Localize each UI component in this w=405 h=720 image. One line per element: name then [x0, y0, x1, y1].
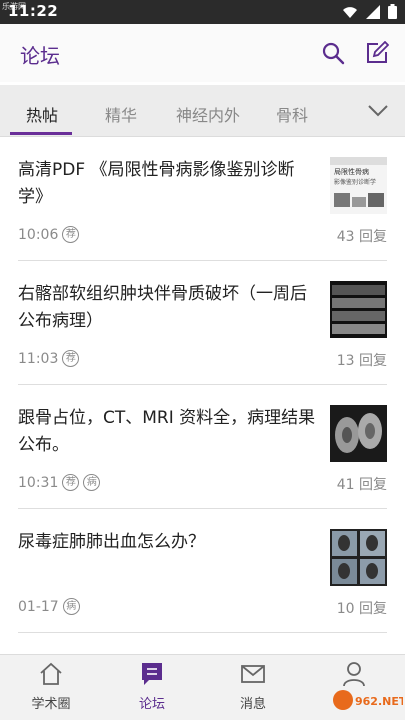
post-thumbnail: 局限性骨病 影像鉴别诊断学 — [330, 157, 387, 214]
status-bar: 乐游网 11:22 — [0, 0, 405, 24]
tab-featured[interactable]: 精华 — [105, 102, 137, 126]
list-item[interactable]: 跟骨占位，CT、MRI 资料全，病理结果公布。 10:31 荐 病 41 回复 — [0, 385, 405, 509]
active-tab-indicator — [10, 132, 72, 135]
post-title: 跟骨占位，CT、MRI 资料全，病理结果公布。 — [18, 408, 316, 455]
nav-forum[interactable]: 论坛 — [112, 661, 192, 712]
post-title: 高清PDF 《局限性骨病影像鉴别诊断学》 — [18, 160, 295, 207]
post-thumbnail — [330, 529, 387, 586]
post-title: 尿毒症肺肺出血怎么办？ — [18, 532, 205, 552]
search-icon[interactable] — [321, 41, 345, 65]
page-title: 论坛 — [20, 44, 60, 68]
tab-neuro[interactable]: 神经内外 — [176, 102, 240, 126]
app-header: 论坛 — [0, 24, 405, 82]
post-time: 10:31 — [18, 474, 59, 491]
svg-text:局限性骨病: 局限性骨病 — [334, 167, 369, 176]
case-badge: 病 — [62, 598, 80, 615]
forum-icon — [142, 663, 162, 685]
nav-academic-circle[interactable]: 学术圈 — [11, 661, 91, 712]
wifi-icon — [343, 6, 357, 18]
status-icons — [342, 4, 397, 19]
post-meta: 01-17 病 — [18, 598, 80, 615]
signal-icon — [366, 4, 380, 19]
chevron-down-icon[interactable] — [367, 101, 389, 119]
nav-label: 论坛 — [138, 697, 165, 712]
recommend-badge: 荐 — [62, 350, 80, 367]
home-icon — [40, 662, 62, 685]
list-item[interactable]: 高清PDF 《局限性骨病影像鉴别诊断学》 局限性骨病 影像鉴别诊断学 10:06… — [0, 137, 405, 261]
site-logo: 962.NET — [333, 690, 403, 710]
case-badge: 病 — [83, 474, 101, 491]
nav-messages[interactable]: 消息 — [213, 661, 293, 712]
post-time: 11:03 — [18, 350, 59, 367]
status-time: 11:22 — [8, 2, 59, 20]
post-time: 01-17 — [18, 598, 59, 615]
post-title: 右髂部软组织肿块伴骨质破坏（一周后公布病理） — [18, 284, 307, 331]
mail-icon — [241, 665, 265, 683]
list-item[interactable]: 尿毒症肺肺出血怎么办？ 01-17 病 10 回复 — [0, 509, 405, 633]
post-thumbnail — [330, 281, 387, 338]
tab-orthopedics[interactable]: 骨科 — [276, 102, 308, 126]
logo-text: 962.NET — [355, 695, 403, 708]
nav-label: 消息 — [239, 697, 266, 712]
recommend-badge: 荐 — [62, 474, 80, 491]
list-item[interactable]: 右髂部软组织肿块伴骨质破坏（一周后公布病理） 11:03 荐 13 回复 — [0, 261, 405, 385]
post-time: 10:06 — [18, 226, 59, 243]
nav-label: 学术圈 — [31, 697, 71, 712]
post-meta: 10:31 荐 病 — [18, 474, 101, 491]
reply-count: 43 回复 — [336, 229, 387, 245]
compose-icon[interactable] — [365, 41, 389, 65]
reply-count: 41 回复 — [336, 477, 387, 493]
post-meta: 11:03 荐 — [18, 350, 80, 367]
tab-hot[interactable]: 热帖 — [26, 102, 58, 126]
post-thumbnail — [330, 405, 387, 462]
reply-count: 13 回复 — [336, 353, 387, 369]
reply-count: 10 回复 — [336, 601, 387, 617]
svg-text:影像鉴别诊断学: 影像鉴别诊断学 — [334, 178, 376, 186]
battery-icon — [388, 4, 397, 19]
recommend-badge: 荐 — [62, 226, 80, 243]
category-tabs: 热帖 精华 神经内外 骨科 — [0, 85, 405, 137]
post-meta: 10:06 荐 — [18, 226, 80, 243]
